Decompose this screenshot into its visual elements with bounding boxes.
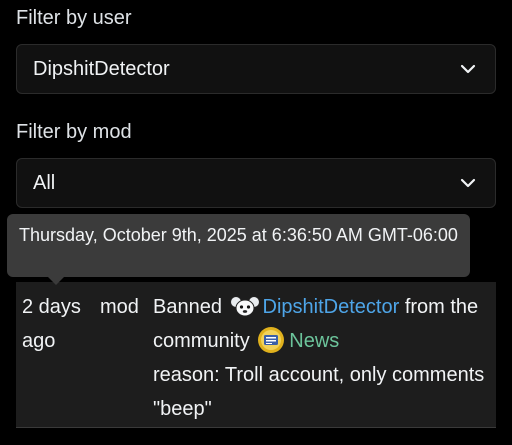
chevron-down-icon	[460, 178, 476, 188]
entry-time[interactable]: 2 days ago	[22, 290, 92, 358]
tooltip-arrow	[47, 276, 65, 285]
tooltip-text: Thursday, October 9th, 2025 at 6:36:50 A…	[19, 225, 458, 245]
action-prefix: Banned	[153, 296, 222, 318]
news-community-icon	[258, 327, 285, 353]
chevron-down-icon	[460, 64, 476, 74]
ban-reason: reason: Troll account, only comments "be…	[153, 364, 485, 420]
user-link[interactable]: DipshitDetector	[263, 296, 400, 318]
timestamp-tooltip: Thursday, October 9th, 2025 at 6:36:50 A…	[7, 214, 470, 285]
filter-user-select[interactable]: DipshitDetector	[16, 44, 496, 94]
filter-user-value: DipshitDetector	[33, 58, 170, 80]
filter-mod-value: All	[33, 172, 56, 194]
entry-divider	[16, 427, 496, 428]
community-link[interactable]: News	[289, 330, 339, 352]
filter-user-label: Filter by user	[16, 7, 132, 29]
mouse-avatar-icon	[229, 296, 260, 317]
modlog-entry: 2 days ago mod Banned DipshitDetector fr…	[16, 282, 496, 427]
entry-moderator: mod	[100, 296, 139, 318]
filter-mod-select[interactable]: All	[16, 158, 496, 208]
entry-action: Banned DipshitDetector from the communit…	[153, 290, 493, 426]
filter-mod-label: Filter by mod	[16, 121, 132, 143]
